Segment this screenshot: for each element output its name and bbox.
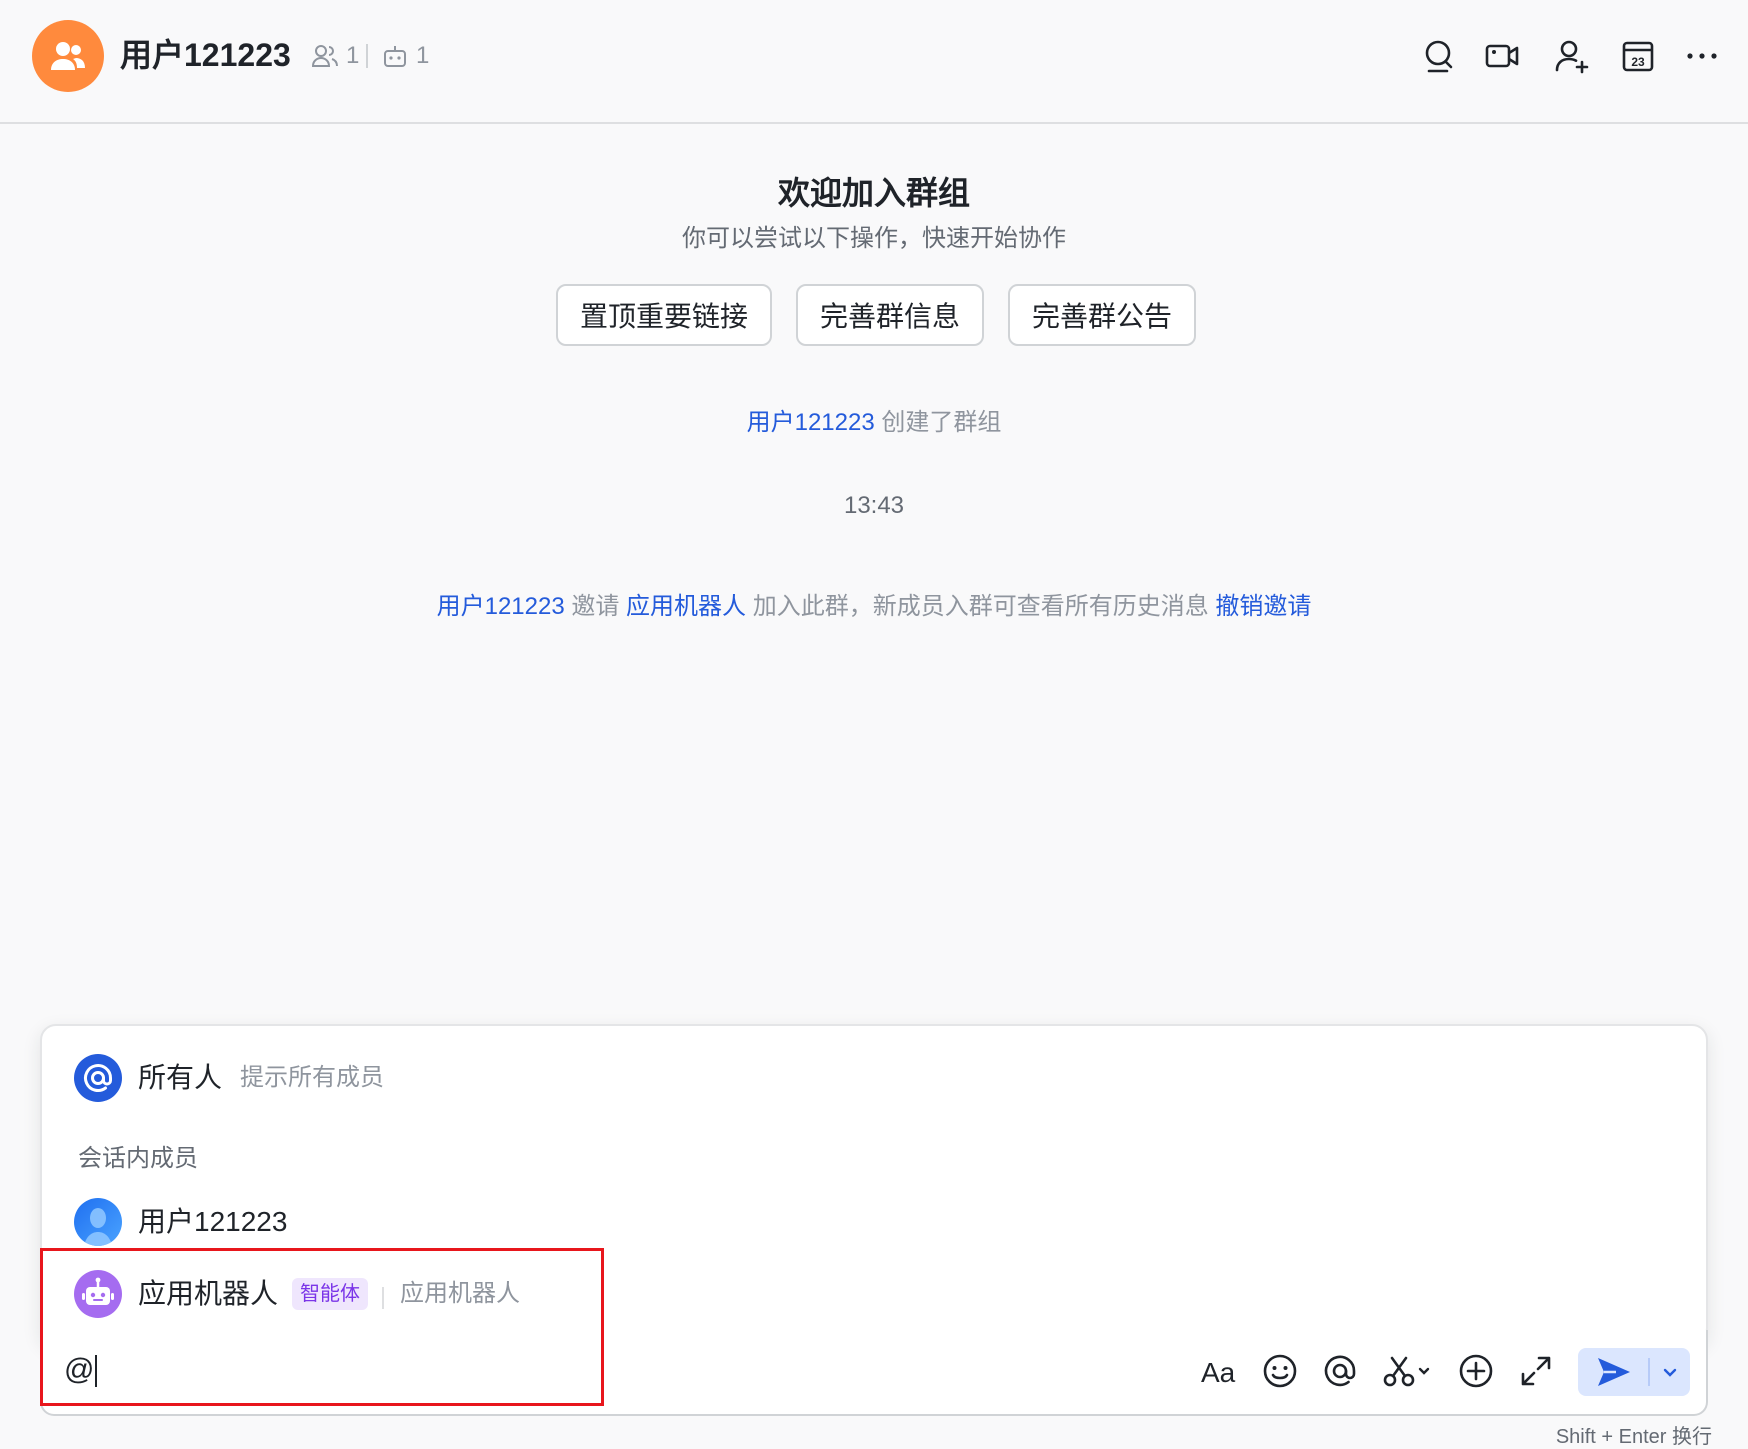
creator-link[interactable]: 用户121223 [747, 409, 875, 436]
send-button[interactable] [1578, 1348, 1690, 1396]
plus-icon[interactable] [1456, 1351, 1496, 1391]
emoji-icon[interactable] [1260, 1351, 1300, 1391]
welcome-subtitle: 你可以尝试以下操作，快速开始协作 [682, 225, 1066, 252]
invite-verb: 邀请 [571, 593, 620, 620]
user-avatar [74, 1198, 122, 1246]
user-silhouette-icon [84, 1208, 112, 1246]
mention-icon[interactable] [1320, 1351, 1360, 1391]
system-message-invite: 用户121223 邀请 应用机器人 加入此群，新成员入群可查看所有历史消息 撤销… [0, 586, 1748, 621]
group-title[interactable]: 用户121223 [120, 34, 291, 76]
more-icon[interactable] [1684, 38, 1720, 74]
screenshot-icon[interactable] [1382, 1351, 1434, 1391]
send-hint: Shift + Enter 换行 [1555, 1426, 1712, 1448]
chat-header: 用户121223 1 1 23 [0, 0, 1748, 124]
meta-divider [366, 44, 368, 68]
member-name: 用户121223 [138, 1206, 288, 1237]
complete-announcement-button[interactable]: 完善群公告 [1008, 284, 1196, 346]
video-call-icon[interactable] [1484, 38, 1520, 74]
everyone-name: 所有人 [138, 1062, 223, 1093]
svg-text:Aa: Aa [1201, 1357, 1236, 1388]
text-format-icon[interactable]: Aa [1200, 1351, 1240, 1391]
calendar-icon[interactable]: 23 [1620, 38, 1656, 74]
group-people-icon [51, 42, 85, 70]
message-time: 13:43 [843, 492, 905, 519]
send-options-icon[interactable] [1660, 1362, 1680, 1382]
revoke-invite-link[interactable]: 撤销邀请 [1215, 593, 1311, 620]
bot-icon [384, 46, 406, 67]
members-icon [312, 45, 338, 67]
send-icon [1598, 1358, 1630, 1386]
pin-links-button[interactable]: 置顶重要链接 [556, 284, 772, 346]
system-message-created: 用户121223 创建了群组 [0, 402, 1748, 437]
member-count[interactable]: 1 [312, 42, 359, 70]
members-section-label: 会话内成员 [78, 1145, 198, 1172]
bot-count-value: 1 [416, 42, 430, 69]
calendar-day: 23 [1631, 55, 1645, 69]
add-member-icon[interactable] [1554, 38, 1590, 74]
bot-count[interactable]: 1 [382, 42, 429, 70]
created-text: 创建了群组 [881, 409, 1002, 436]
welcome-title: 欢迎加入群组 [777, 175, 970, 211]
at-icon [84, 1064, 112, 1092]
member-count-value: 1 [346, 42, 360, 69]
search-icon[interactable] [1420, 38, 1456, 74]
inviter-link[interactable]: 用户121223 [437, 593, 565, 620]
group-avatar[interactable] [32, 20, 104, 92]
invite-text: 加入此群，新成员入群可查看所有历史消息 [752, 593, 1209, 620]
expand-icon[interactable] [1516, 1351, 1556, 1391]
complete-group-info-button[interactable]: 完善群信息 [796, 284, 984, 346]
send-divider [1648, 1358, 1650, 1386]
everyone-desc: 提示所有成员 [240, 1064, 384, 1091]
invitee-link[interactable]: 应用机器人 [626, 593, 746, 620]
at-everyone-avatar [74, 1054, 122, 1102]
highlight-box [40, 1248, 604, 1406]
